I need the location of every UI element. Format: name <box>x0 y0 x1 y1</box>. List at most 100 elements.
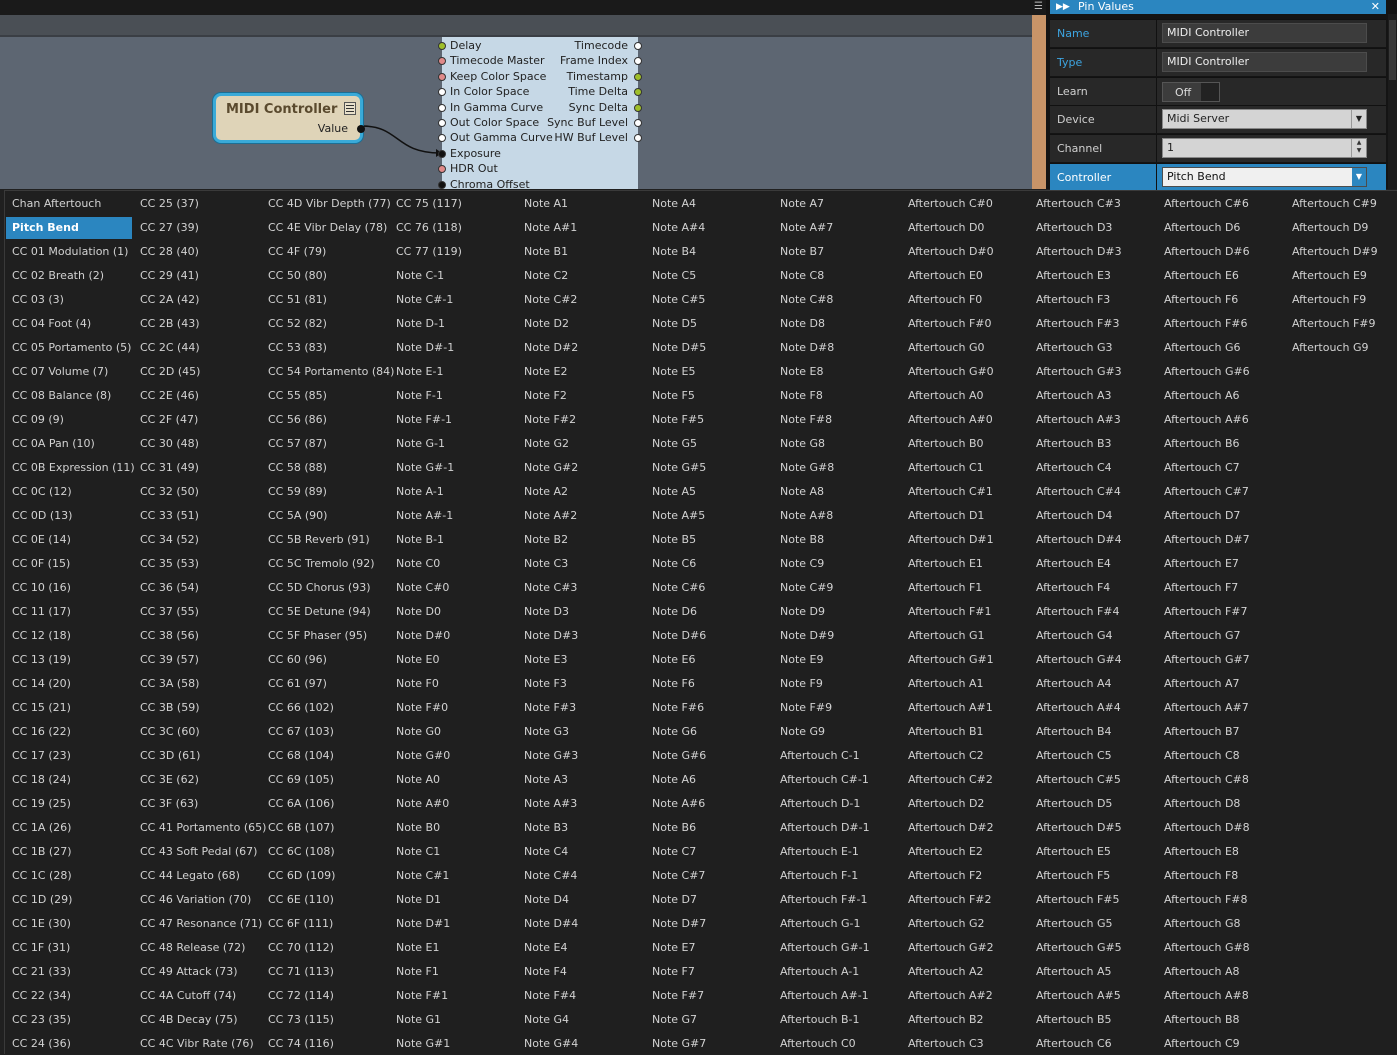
dropdown-option[interactable]: CC 1C (28) <box>6 865 132 887</box>
dropdown-option[interactable]: Note F7 <box>646 961 772 983</box>
dropdown-option[interactable]: CC 0C (12) <box>6 481 132 503</box>
dropdown-option[interactable]: CC 12 (18) <box>6 625 132 647</box>
dropdown-option[interactable]: CC 2F (47) <box>134 409 260 431</box>
dropdown-option[interactable]: Note D4 <box>518 889 644 911</box>
dropdown-option[interactable]: Aftertouch C4 <box>1030 457 1156 479</box>
dropdown-option[interactable]: CC 05 Portamento (5) <box>6 337 132 359</box>
dropdown-option[interactable]: Note G#0 <box>390 745 516 767</box>
dropdown-option[interactable]: Note C#6 <box>646 577 772 599</box>
dropdown-option[interactable]: CC 5F Phaser (95) <box>262 625 388 647</box>
dropdown-option[interactable]: Aftertouch F#-1 <box>774 889 900 911</box>
dropdown-option[interactable]: Note G2 <box>518 433 644 455</box>
dropdown-option[interactable]: Note G#2 <box>518 457 644 479</box>
dropdown-option[interactable]: Note D#5 <box>646 337 772 359</box>
dropdown-option[interactable]: CC 11 (17) <box>6 601 132 623</box>
dropdown-option[interactable]: Note E4 <box>518 937 644 959</box>
dropdown-option[interactable]: Note C#5 <box>646 289 772 311</box>
dropdown-option[interactable]: Note D-1 <box>390 313 516 335</box>
dropdown-option[interactable]: CC 72 (114) <box>262 985 388 1007</box>
dropdown-option[interactable]: Note F#4 <box>518 985 644 1007</box>
video-node[interactable]: Delay Timecode Master Keep Color Space In C… <box>438 37 642 189</box>
dropdown-option[interactable]: Aftertouch G#-1 <box>774 937 900 959</box>
dropdown-option[interactable]: Note F8 <box>774 385 900 407</box>
dropdown-option[interactable]: CC 41 Portamento (65) <box>134 817 266 839</box>
dropdown-option[interactable]: Note F#1 <box>390 985 516 1007</box>
input-pin[interactable] <box>438 119 446 127</box>
dropdown-option[interactable]: Note F#0 <box>390 697 516 719</box>
dropdown-option[interactable]: Note E3 <box>518 649 644 671</box>
dropdown-option[interactable]: Chan Aftertouch <box>6 193 132 215</box>
dropdown-option[interactable]: Aftertouch C#7 <box>1158 481 1284 503</box>
dropdown-option[interactable]: Note C4 <box>518 841 644 863</box>
dropdown-option[interactable]: CC 24 (36) <box>6 1033 132 1055</box>
dropdown-option[interactable]: CC 75 (117) <box>390 193 516 215</box>
dropdown-option[interactable]: Note A#4 <box>646 217 772 239</box>
dropdown-option[interactable]: Aftertouch A#5 <box>1030 985 1156 1007</box>
dropdown-option[interactable]: Aftertouch A-1 <box>774 961 900 983</box>
dropdown-option[interactable]: Note F6 <box>646 673 772 695</box>
dropdown-option[interactable]: CC 38 (56) <box>134 625 260 647</box>
dropdown-option[interactable]: CC 47 Resonance (71) <box>134 913 262 935</box>
dropdown-option[interactable]: CC 29 (41) <box>134 265 260 287</box>
dropdown-option[interactable]: Note C7 <box>646 841 772 863</box>
dropdown-option[interactable]: CC 31 (49) <box>134 457 260 479</box>
dropdown-option[interactable]: Note A-1 <box>390 481 516 503</box>
dropdown-option[interactable]: Aftertouch F8 <box>1158 865 1284 887</box>
input-pin[interactable] <box>438 42 446 50</box>
dropdown-option[interactable]: Aftertouch D#2 <box>902 817 1028 839</box>
name-field[interactable]: MIDI Controller <box>1162 23 1367 43</box>
dropdown-option[interactable]: Note C5 <box>646 265 772 287</box>
dropdown-option[interactable]: CC 03 (3) <box>6 289 132 311</box>
dropdown-option[interactable]: CC 49 Attack (73) <box>134 961 260 983</box>
dropdown-option[interactable]: Aftertouch G9 <box>1286 337 1397 359</box>
dropdown-option[interactable]: Aftertouch C#0 <box>902 193 1028 215</box>
dropdown-option[interactable]: CC 22 (34) <box>6 985 132 1007</box>
dropdown-option[interactable]: Aftertouch G8 <box>1158 913 1284 935</box>
dropdown-option[interactable]: Note B4 <box>646 241 772 263</box>
dropdown-option[interactable]: Aftertouch F#9 <box>1286 313 1397 335</box>
dropdown-option[interactable]: Note G#8 <box>774 457 900 479</box>
dropdown-option[interactable]: Aftertouch G3 <box>1030 337 1156 359</box>
dropdown-option[interactable]: Note A5 <box>646 481 772 503</box>
dropdown-option[interactable]: Aftertouch A6 <box>1158 385 1284 407</box>
dropdown-option[interactable]: CC 21 (33) <box>6 961 132 983</box>
dropdown-option[interactable]: Note A#7 <box>774 217 900 239</box>
dropdown-option[interactable]: Aftertouch F-1 <box>774 865 900 887</box>
chevron-down-icon[interactable]: ▼ <box>1352 168 1366 186</box>
dropdown-option[interactable]: Aftertouch D#5 <box>1030 817 1156 839</box>
dropdown-option[interactable]: Aftertouch B-1 <box>774 1009 900 1031</box>
dropdown-option[interactable]: Aftertouch C#2 <box>902 769 1028 791</box>
dropdown-option[interactable]: Note C#9 <box>774 577 900 599</box>
dropdown-option[interactable]: Note A#3 <box>518 793 644 815</box>
dropdown-option[interactable]: Note C6 <box>646 553 772 575</box>
collapse-icon[interactable]: ▶▶ <box>1056 0 1070 14</box>
dropdown-option[interactable]: CC 59 (89) <box>262 481 388 503</box>
dropdown-option[interactable]: CC 52 (82) <box>262 313 388 335</box>
dropdown-option[interactable]: Note B3 <box>518 817 644 839</box>
dropdown-option[interactable]: Aftertouch A#4 <box>1030 697 1156 719</box>
dropdown-option[interactable]: Aftertouch A7 <box>1158 673 1284 695</box>
dropdown-option[interactable]: Aftertouch A#2 <box>902 985 1028 1007</box>
dropdown-option[interactable]: Note A7 <box>774 193 900 215</box>
dropdown-option[interactable]: Aftertouch D#1 <box>902 529 1028 551</box>
dropdown-option[interactable]: Aftertouch C1 <box>902 457 1028 479</box>
dropdown-option[interactable]: Aftertouch E9 <box>1286 265 1397 287</box>
dropdown-option[interactable]: Note D#6 <box>646 625 772 647</box>
dropdown-option[interactable]: Note D#-1 <box>390 337 516 359</box>
dropdown-option[interactable]: Note G#3 <box>518 745 644 767</box>
dropdown-option[interactable]: Aftertouch D#6 <box>1158 241 1284 263</box>
dropdown-option[interactable]: Aftertouch D3 <box>1030 217 1156 239</box>
dropdown-option[interactable]: Note E5 <box>646 361 772 383</box>
dropdown-option[interactable]: Note B2 <box>518 529 644 551</box>
dropdown-option[interactable]: CC 73 (115) <box>262 1009 388 1031</box>
dropdown-option[interactable]: CC 16 (22) <box>6 721 132 743</box>
dropdown-option[interactable]: Note G#-1 <box>390 457 516 479</box>
dropdown-option[interactable]: Aftertouch E0 <box>902 265 1028 287</box>
dropdown-option[interactable]: CC 0F (15) <box>6 553 132 575</box>
dropdown-option[interactable]: CC 44 Legato (68) <box>134 865 260 887</box>
dropdown-option[interactable]: Note E6 <box>646 649 772 671</box>
dropdown-option[interactable]: Note D#0 <box>390 625 516 647</box>
controller-select[interactable]: Pitch Bend ▼ <box>1162 167 1367 187</box>
dropdown-option[interactable]: CC 5A (90) <box>262 505 388 527</box>
dropdown-option[interactable]: Aftertouch D#3 <box>1030 241 1156 263</box>
